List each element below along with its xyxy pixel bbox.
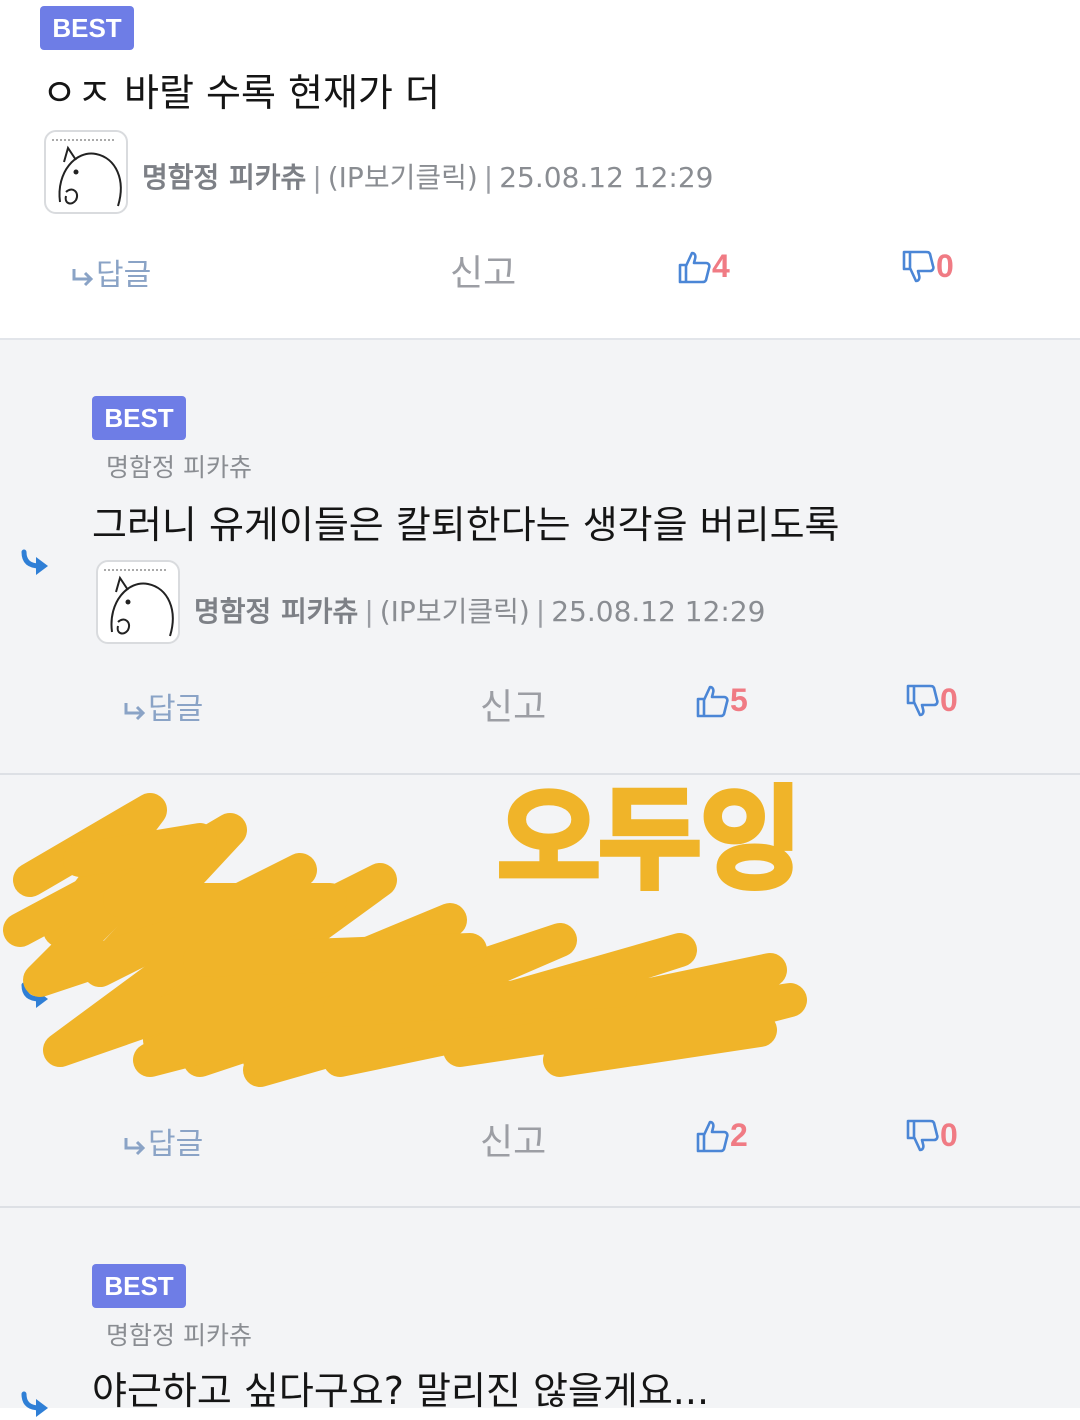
reply-arrow-icon <box>21 1391 48 1417</box>
avatar[interactable] <box>44 130 128 214</box>
like-button[interactable]: 5 <box>694 682 748 719</box>
reply-arrow-icon <box>21 549 48 575</box>
reply-small-arrow-icon <box>72 268 94 286</box>
author-name[interactable]: 명함정 피카츄 <box>194 595 358 628</box>
thumbs-down-icon <box>902 250 935 282</box>
thumbs-up-icon <box>696 1120 729 1152</box>
thumbs-down-icon <box>906 1119 939 1151</box>
like-count: 5 <box>730 682 748 718</box>
avatar[interactable] <box>96 560 180 644</box>
comment-3: 답글 신고 2 0 <box>0 775 1080 1208</box>
like-button[interactable]: 4 <box>676 248 730 285</box>
avatar-cat-sketch <box>104 569 174 637</box>
comment-text: ㅇㅈ 바랄 수록 현재가 더 <box>42 71 440 115</box>
dislike-count: 0 <box>936 248 954 284</box>
comment-meta: 명함정 피카츄 | (IP보기클릭) | 25.08.12 12:29 <box>142 161 714 194</box>
comment-4: BEST 명함정 피카츄 야근하고 싶다구요? 말리진 않을게요... <box>0 1208 1080 1417</box>
comment-text: 야근하고 싶다구요? 말리진 않을게요... <box>92 1369 710 1413</box>
dislike-button[interactable]: 0 <box>900 248 954 285</box>
comment-text: 그러니 유게이들은 칼퇴한다는 생각을 버리도록 <box>92 503 840 547</box>
best-badge: BEST <box>92 1264 186 1308</box>
reply-button[interactable]: 답글 <box>70 250 151 294</box>
report-button[interactable]: 신고 <box>480 1113 546 1165</box>
timestamp: 25.08.12 12:29 <box>499 161 714 194</box>
reply-button[interactable]: 답글 <box>122 1119 203 1163</box>
report-button[interactable]: 신고 <box>450 244 516 296</box>
dislike-count: 0 <box>940 682 958 718</box>
timestamp: 25.08.12 12:29 <box>551 595 766 628</box>
like-count: 4 <box>712 248 730 284</box>
report-button[interactable]: 신고 <box>480 678 546 730</box>
reply-small-arrow-icon <box>124 702 146 720</box>
like-count: 2 <box>730 1117 748 1153</box>
reply-button[interactable]: 답글 <box>122 684 203 728</box>
thumbs-down-icon <box>906 684 939 716</box>
best-badge: BEST <box>40 6 134 50</box>
reply-arrow-icon <box>21 982 48 1008</box>
thumbs-up-icon <box>696 685 729 717</box>
ip-link[interactable]: (IP보기클릭) <box>328 161 478 194</box>
parent-author: 명함정 피카츄 <box>106 453 252 482</box>
reply-small-arrow-icon <box>124 1137 146 1155</box>
dislike-count: 0 <box>940 1117 958 1153</box>
best-badge: BEST <box>92 396 186 440</box>
avatar-cat-sketch <box>52 139 122 207</box>
dislike-button[interactable]: 0 <box>904 1117 958 1154</box>
comment-meta: 명함정 피카츄 | (IP보기클릭) | 25.08.12 12:29 <box>194 595 766 628</box>
dislike-button[interactable]: 0 <box>904 682 958 719</box>
parent-author: 명함정 피카츄 <box>106 1321 252 1350</box>
like-button[interactable]: 2 <box>694 1117 748 1154</box>
comment-2: BEST 명함정 피카츄 그러니 유게이들은 칼퇴한다는 생각을 버리도록 명함… <box>0 340 1080 775</box>
comment-1: BEST ㅇㅈ 바랄 수록 현재가 더 명함정 피카츄 | (IP보기클릭) | 25.… <box>0 0 1080 340</box>
ip-link[interactable]: (IP보기클릭) <box>380 595 530 628</box>
thumbs-up-icon <box>678 251 711 283</box>
author-name[interactable]: 명함정 피카츄 <box>142 161 306 194</box>
